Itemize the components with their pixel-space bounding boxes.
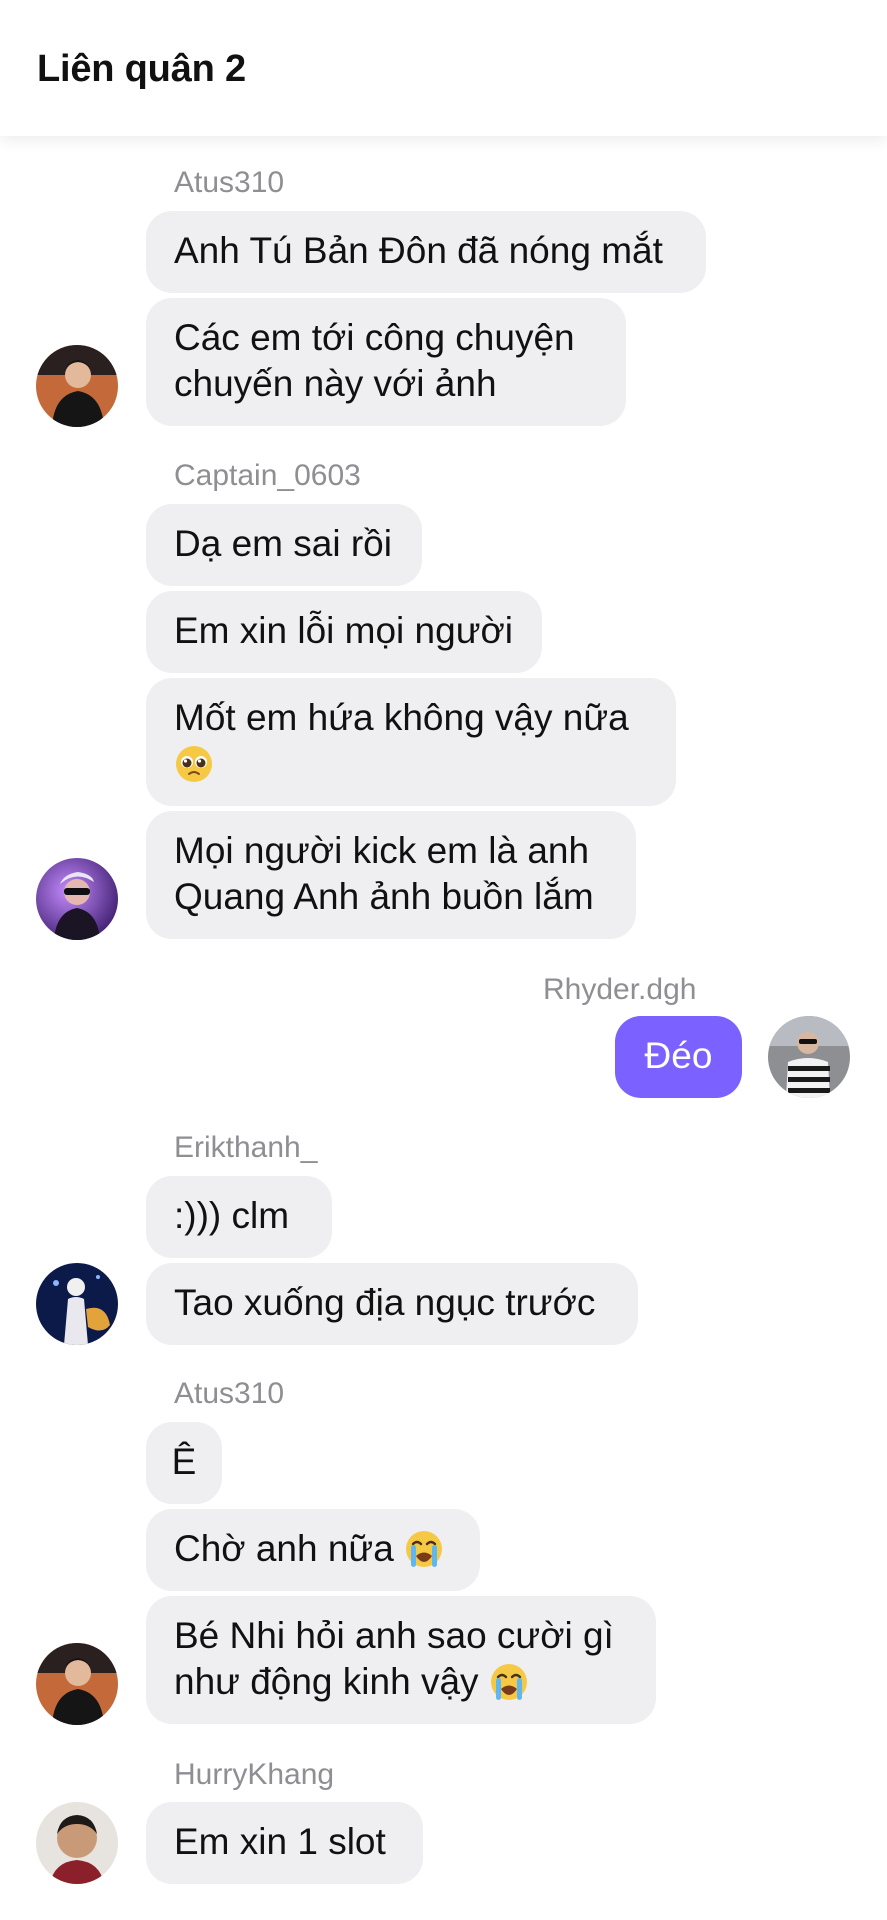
message-bubble[interactable]: Tao xuống địa ngục trước <box>146 1263 638 1345</box>
sender-name: Atus310 <box>174 1377 285 1410</box>
avatar-atus310[interactable] <box>36 345 118 427</box>
message-text: Em xin lỗi mọi người <box>174 610 513 651</box>
message-bubble[interactable]: Bé Nhi hỏi anh sao cười gì như động kinh… <box>146 1596 656 1724</box>
message-bubble[interactable]: Ê <box>146 1422 222 1504</box>
message-text: Các em tới công chuyện <box>174 317 575 358</box>
avatar-captain-0603[interactable] <box>36 858 118 940</box>
message-bubble[interactable]: Em xin lỗi mọi người <box>146 591 542 673</box>
message-text: Anh Tú Bản Đôn đã nóng mắt <box>174 230 663 271</box>
avatar-image <box>36 345 118 427</box>
avatar-image <box>36 1263 118 1345</box>
loudly-crying-face-emoji <box>404 1529 444 1569</box>
message-emoji-line <box>174 741 648 787</box>
avatar-image <box>36 1643 118 1725</box>
message-text: Mọi người kick em là anh <box>174 830 590 871</box>
chat-header: Liên quân 2 <box>0 0 887 136</box>
message-text: Bé Nhi hỏi anh sao cười gì <box>174 1615 614 1656</box>
avatar-hurrykhang[interactable] <box>36 1802 118 1884</box>
message-text: chuyến này với ảnh <box>174 363 497 404</box>
message-text: Ê <box>171 1441 197 1482</box>
sender-name: HurryKhang <box>174 1758 335 1791</box>
message-bubble[interactable]: Chờ anh nữa <box>146 1509 480 1591</box>
message-bubble[interactable]: Dạ em sai rồi <box>146 504 422 586</box>
message-bubble[interactable]: Các em tới công chuyện chuyến này với ản… <box>146 298 626 426</box>
message-text: Quang Anh ảnh buồn lắm <box>174 876 594 917</box>
avatar-image <box>768 1016 850 1098</box>
message-text: Dạ em sai rồi <box>174 523 392 564</box>
message-text: :))) clm <box>174 1195 290 1236</box>
avatar-erikthanh[interactable] <box>36 1263 118 1345</box>
message-bubble[interactable]: :))) clm <box>146 1176 332 1258</box>
loudly-crying-face-emoji <box>489 1662 529 1702</box>
message-text: Tao xuống địa ngục trước <box>174 1282 596 1323</box>
avatar-atus310[interactable] <box>36 1643 118 1725</box>
message-text: Mốt em hứa không vậy nữa <box>174 697 629 738</box>
message-bubble[interactable]: Anh Tú Bản Đôn đã nóng mắt <box>146 211 706 293</box>
avatar-rhyder-dgh[interactable] <box>768 1016 850 1098</box>
message-text: Em xin 1 slot <box>174 1821 386 1862</box>
sender-name: Erikthanh_ <box>174 1131 318 1164</box>
sender-name: Atus310 <box>174 166 285 199</box>
avatar-image <box>36 858 118 940</box>
message-text: như động kinh vậy <box>174 1661 479 1702</box>
message-bubble[interactable]: Mốt em hứa không vậy nữa <box>146 678 676 806</box>
message-line: như động kinh vậy <box>174 1659 628 1705</box>
sender-name: Captain_0603 <box>174 459 361 492</box>
message-text: Đéo <box>644 1035 713 1076</box>
message-text: Chờ anh nữa <box>174 1528 394 1569</box>
message-bubble[interactable]: Mọi người kick em là anh Quang Anh ảnh b… <box>146 811 636 939</box>
sender-name: Rhyder.dgh <box>543 973 697 1006</box>
chat-title[interactable]: Liên quân 2 <box>37 42 246 96</box>
pleading-face-emoji <box>174 744 214 784</box>
avatar-image <box>36 1802 118 1884</box>
message-bubble-outgoing[interactable]: Đéo <box>615 1016 742 1098</box>
message-bubble[interactable]: Em xin 1 slot <box>146 1802 423 1884</box>
